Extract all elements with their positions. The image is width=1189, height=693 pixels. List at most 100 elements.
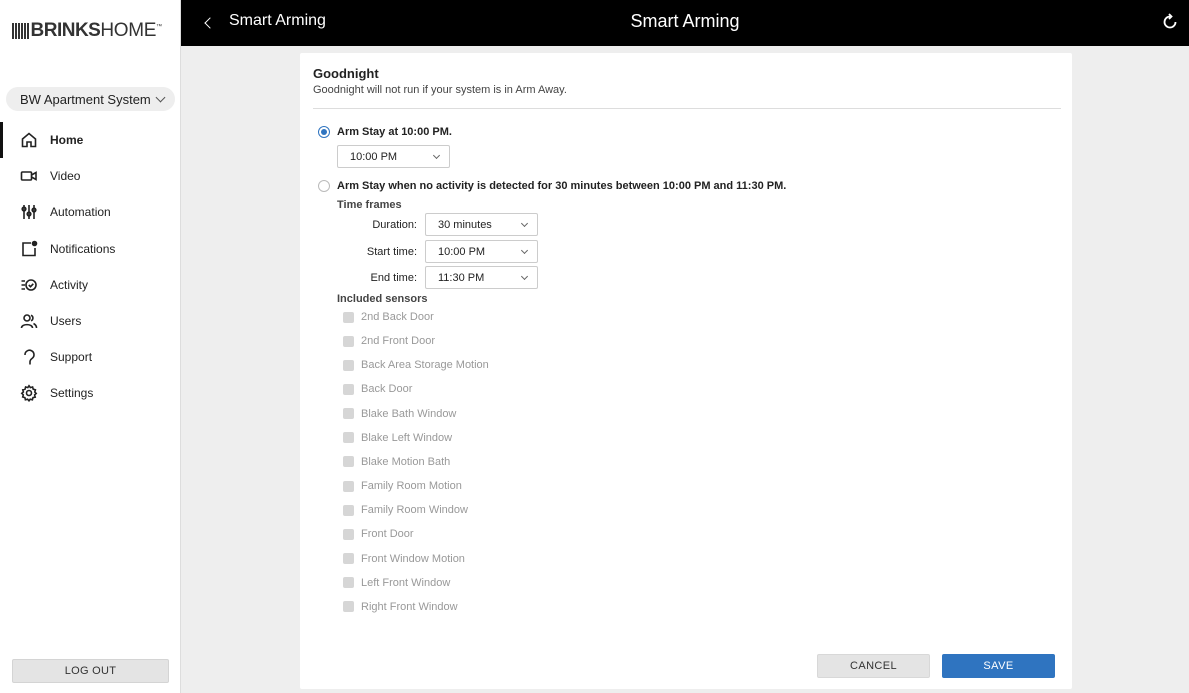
- brinks-home-logo[interactable]: BRINKS HOME ™: [12, 18, 162, 44]
- sensor-item[interactable]: Left Front Window: [343, 576, 450, 590]
- sensor-checkbox[interactable]: [343, 480, 354, 492]
- sensor-item[interactable]: Back Area Storage Motion: [343, 358, 489, 372]
- end-time-label: End time:: [370, 272, 417, 284]
- sensor-label: Blake Left Window: [361, 431, 453, 444]
- sidebar-item-label: Video: [50, 169, 81, 184]
- sensor-item[interactable]: Back Door: [343, 382, 412, 396]
- save-button[interactable]: SAVE: [942, 654, 1055, 678]
- sensor-label: Family Room Window: [361, 504, 468, 517]
- logo-bars-icon: [12, 23, 29, 39]
- sensor-label: Front Window Motion: [361, 552, 465, 565]
- sidebar-item-settings[interactable]: Settings: [0, 375, 181, 411]
- sidebar: BRINKS HOME ™ BW Apartment System Home V…: [0, 0, 181, 693]
- sensor-checkbox[interactable]: [343, 456, 354, 468]
- sensor-item[interactable]: 2nd Front Door: [343, 334, 435, 348]
- sidebar-item-activity[interactable]: Activity: [0, 267, 181, 303]
- sensor-label: 2nd Front Door: [361, 335, 435, 348]
- sensor-label: Back Area Storage Motion: [361, 359, 489, 372]
- sidebar-item-automation[interactable]: Automation: [0, 194, 181, 230]
- end-time-value: 11:30 PM: [438, 271, 485, 284]
- logo-brand-text: BRINKS: [30, 20, 101, 41]
- sensor-item[interactable]: Family Room Window: [343, 503, 468, 517]
- sensor-checkbox[interactable]: [343, 601, 354, 613]
- home-icon: [20, 131, 38, 149]
- sensor-label: Back Door: [361, 383, 413, 396]
- option1-label[interactable]: Arm Stay at 10:00 PM.: [337, 126, 452, 138]
- sensor-item[interactable]: 2nd Back Door: [343, 310, 434, 324]
- option2-radio[interactable]: [318, 180, 330, 192]
- sensor-item[interactable]: Front Window Motion: [343, 552, 465, 566]
- end-time-select[interactable]: 11:30 PM: [425, 266, 538, 289]
- sensor-checkbox[interactable]: [343, 432, 354, 444]
- start-time-label: Start time:: [366, 246, 417, 258]
- sidebar-item-label: Users: [50, 314, 82, 329]
- sidebar-item-home[interactable]: Home: [0, 122, 181, 159]
- duration-label: Duration:: [372, 219, 417, 231]
- sensor-item[interactable]: Blake Left Window: [343, 431, 452, 445]
- option1-radio[interactable]: [318, 126, 330, 138]
- sidebar-item-users[interactable]: Users: [0, 303, 181, 339]
- sensor-item[interactable]: Blake Bath Window: [343, 407, 456, 421]
- option2-label[interactable]: Arm Stay when no activity is detected fo…: [337, 180, 786, 192]
- chevron-down-icon: [432, 151, 441, 160]
- card-title: Goodnight: [313, 66, 379, 81]
- sidebar-item-notifications[interactable]: Notifications: [0, 231, 181, 267]
- start-time-select[interactable]: 10:00 PM: [425, 240, 538, 263]
- sensor-checkbox[interactable]: [343, 528, 354, 540]
- card-subtitle: Goodnight will not run if your system is…: [313, 84, 567, 96]
- sensor-checkbox[interactable]: [343, 504, 354, 516]
- sensor-label: Blake Bath Window: [361, 407, 457, 420]
- sidebar-item-label: Activity: [50, 277, 89, 292]
- sliders-icon: [20, 203, 38, 221]
- start-time-value: 10:00 PM: [438, 245, 486, 258]
- sensor-checkbox[interactable]: [343, 553, 354, 564]
- sensor-label: Right Front Window: [361, 600, 458, 613]
- gear-icon: [20, 384, 38, 403]
- duration-select[interactable]: 30 minutes: [425, 213, 538, 236]
- sidebar-item-label: Support: [50, 350, 93, 365]
- time-frames-label: Time frames: [337, 199, 402, 211]
- duration-value: 30 minutes: [438, 218, 492, 231]
- refresh-button[interactable]: [1161, 13, 1179, 31]
- sidebar-item-support[interactable]: Support: [0, 339, 181, 375]
- sidebar-item-label: Automation: [50, 205, 111, 220]
- sensor-item[interactable]: Blake Motion Bath: [343, 455, 450, 469]
- logo-trademark: ™: [156, 24, 163, 30]
- refresh-icon: [1163, 13, 1177, 29]
- logout-button[interactable]: LOG OUT: [12, 659, 169, 683]
- sidebar-item-label: Settings: [50, 386, 94, 401]
- sensor-label: 2nd Back Door: [361, 311, 434, 323]
- sensor-checkbox[interactable]: [343, 359, 354, 371]
- divider: [313, 108, 1061, 109]
- sensor-checkbox[interactable]: [343, 408, 354, 420]
- activity-list-icon: [20, 276, 38, 294]
- notification-icon: [20, 240, 38, 258]
- sensor-checkbox[interactable]: [343, 335, 354, 347]
- sensor-item[interactable]: Right Front Window: [343, 600, 458, 614]
- page-title: Smart Arming: [630, 11, 740, 31]
- system-selector[interactable]: BW Apartment System: [6, 87, 175, 111]
- sensor-item[interactable]: Family Room Motion: [343, 479, 462, 493]
- sidebar-nav: Home Video Automation Notifications Acti…: [0, 122, 181, 412]
- chevron-down-icon: [520, 272, 529, 281]
- sidebar-item-video[interactable]: Video: [0, 158, 181, 194]
- top-header: Smart Arming Smart Arming: [181, 0, 1189, 46]
- sensor-label: Front Door: [361, 528, 414, 541]
- sensor-label: Family Room Motion: [361, 480, 462, 493]
- included-sensors-label: Included sensors: [337, 293, 428, 305]
- sensor-checkbox[interactable]: [343, 577, 354, 589]
- users-icon: [20, 312, 38, 330]
- sensor-checkbox[interactable]: [343, 383, 354, 395]
- cancel-button[interactable]: CANCEL: [817, 654, 930, 678]
- option1-time-value: 10:00 PM: [350, 150, 398, 163]
- support-icon: [20, 348, 38, 366]
- sensor-item[interactable]: Front Door: [343, 527, 414, 541]
- sensor-checkbox[interactable]: [343, 311, 354, 323]
- goodnight-card: Goodnight Goodnight will not run if your…: [300, 53, 1072, 689]
- sidebar-item-label: Notifications: [50, 241, 116, 256]
- chevron-down-icon: [520, 219, 529, 228]
- option1-time-select[interactable]: 10:00 PM: [337, 145, 450, 168]
- sidebar-item-label: Home: [50, 133, 84, 148]
- chevron-down-icon: [155, 92, 166, 102]
- sensor-label: Left Front Window: [361, 576, 451, 589]
